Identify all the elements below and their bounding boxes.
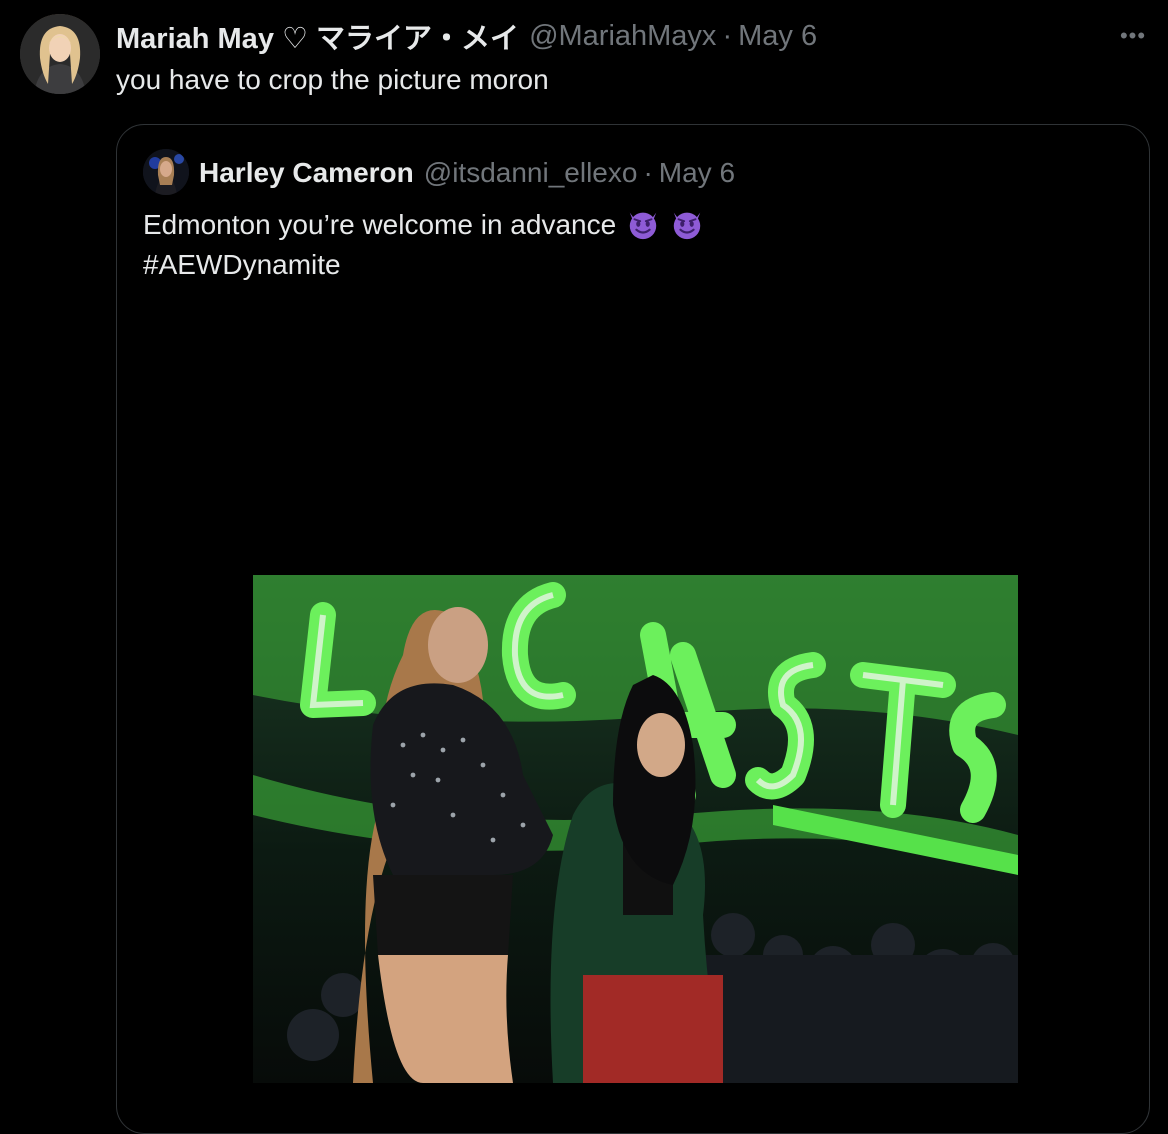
author-avatar[interactable] bbox=[20, 14, 100, 94]
quoted-author-avatar[interactable] bbox=[143, 149, 189, 195]
quoted-avatar-photo bbox=[143, 149, 189, 195]
author-handle[interactable]: @MariahMayx bbox=[529, 20, 716, 53]
smiling-imp-emoji-icon bbox=[670, 207, 704, 241]
quoted-tweet-date[interactable]: May 6 bbox=[659, 157, 735, 189]
photo-media-icon bbox=[253, 575, 1018, 1083]
quoted-tweet-header: Harley Cameron @itsdanni_ellexo · May 6 bbox=[199, 153, 735, 193]
quoted-tweet-text: Edmonton you’re welcome in advance #AEWD… bbox=[143, 205, 704, 285]
separator-dot: · bbox=[722, 19, 733, 52]
quoted-text-line-1: Edmonton you’re welcome in advance bbox=[143, 205, 704, 245]
quoted-tweet-card[interactable]: Harley Cameron @itsdanni_ellexo · May 6 … bbox=[116, 124, 1150, 1134]
tweet[interactable]: Mariah May ♡ マライア・メイ @MariahMayx · May 6… bbox=[0, 0, 1168, 1134]
quoted-author-handle[interactable]: @itsdanni_ellexo bbox=[424, 157, 638, 189]
tweet-header: Mariah May ♡ マライア・メイ @MariahMayx · May 6 bbox=[116, 16, 817, 56]
tweet-date[interactable]: May 6 bbox=[738, 20, 817, 53]
hashtag-link[interactable]: #AEWDynamite bbox=[143, 245, 704, 285]
author-display-name[interactable]: Mariah May ♡ マライア・メイ bbox=[116, 15, 519, 57]
tweet-text: you have to crop the picture moron bbox=[116, 64, 549, 95]
quoted-tweet-photo[interactable] bbox=[253, 575, 1018, 1083]
more-options-icon[interactable]: ••• bbox=[1116, 22, 1150, 50]
quoted-separator-dot: · bbox=[643, 157, 653, 188]
avatar-photo bbox=[20, 14, 100, 94]
quoted-author-display-name[interactable]: Harley Cameron bbox=[199, 157, 414, 189]
smiling-imp-emoji-icon bbox=[626, 207, 660, 241]
quoted-text-line-1-content: Edmonton you’re welcome in advance bbox=[143, 209, 617, 240]
